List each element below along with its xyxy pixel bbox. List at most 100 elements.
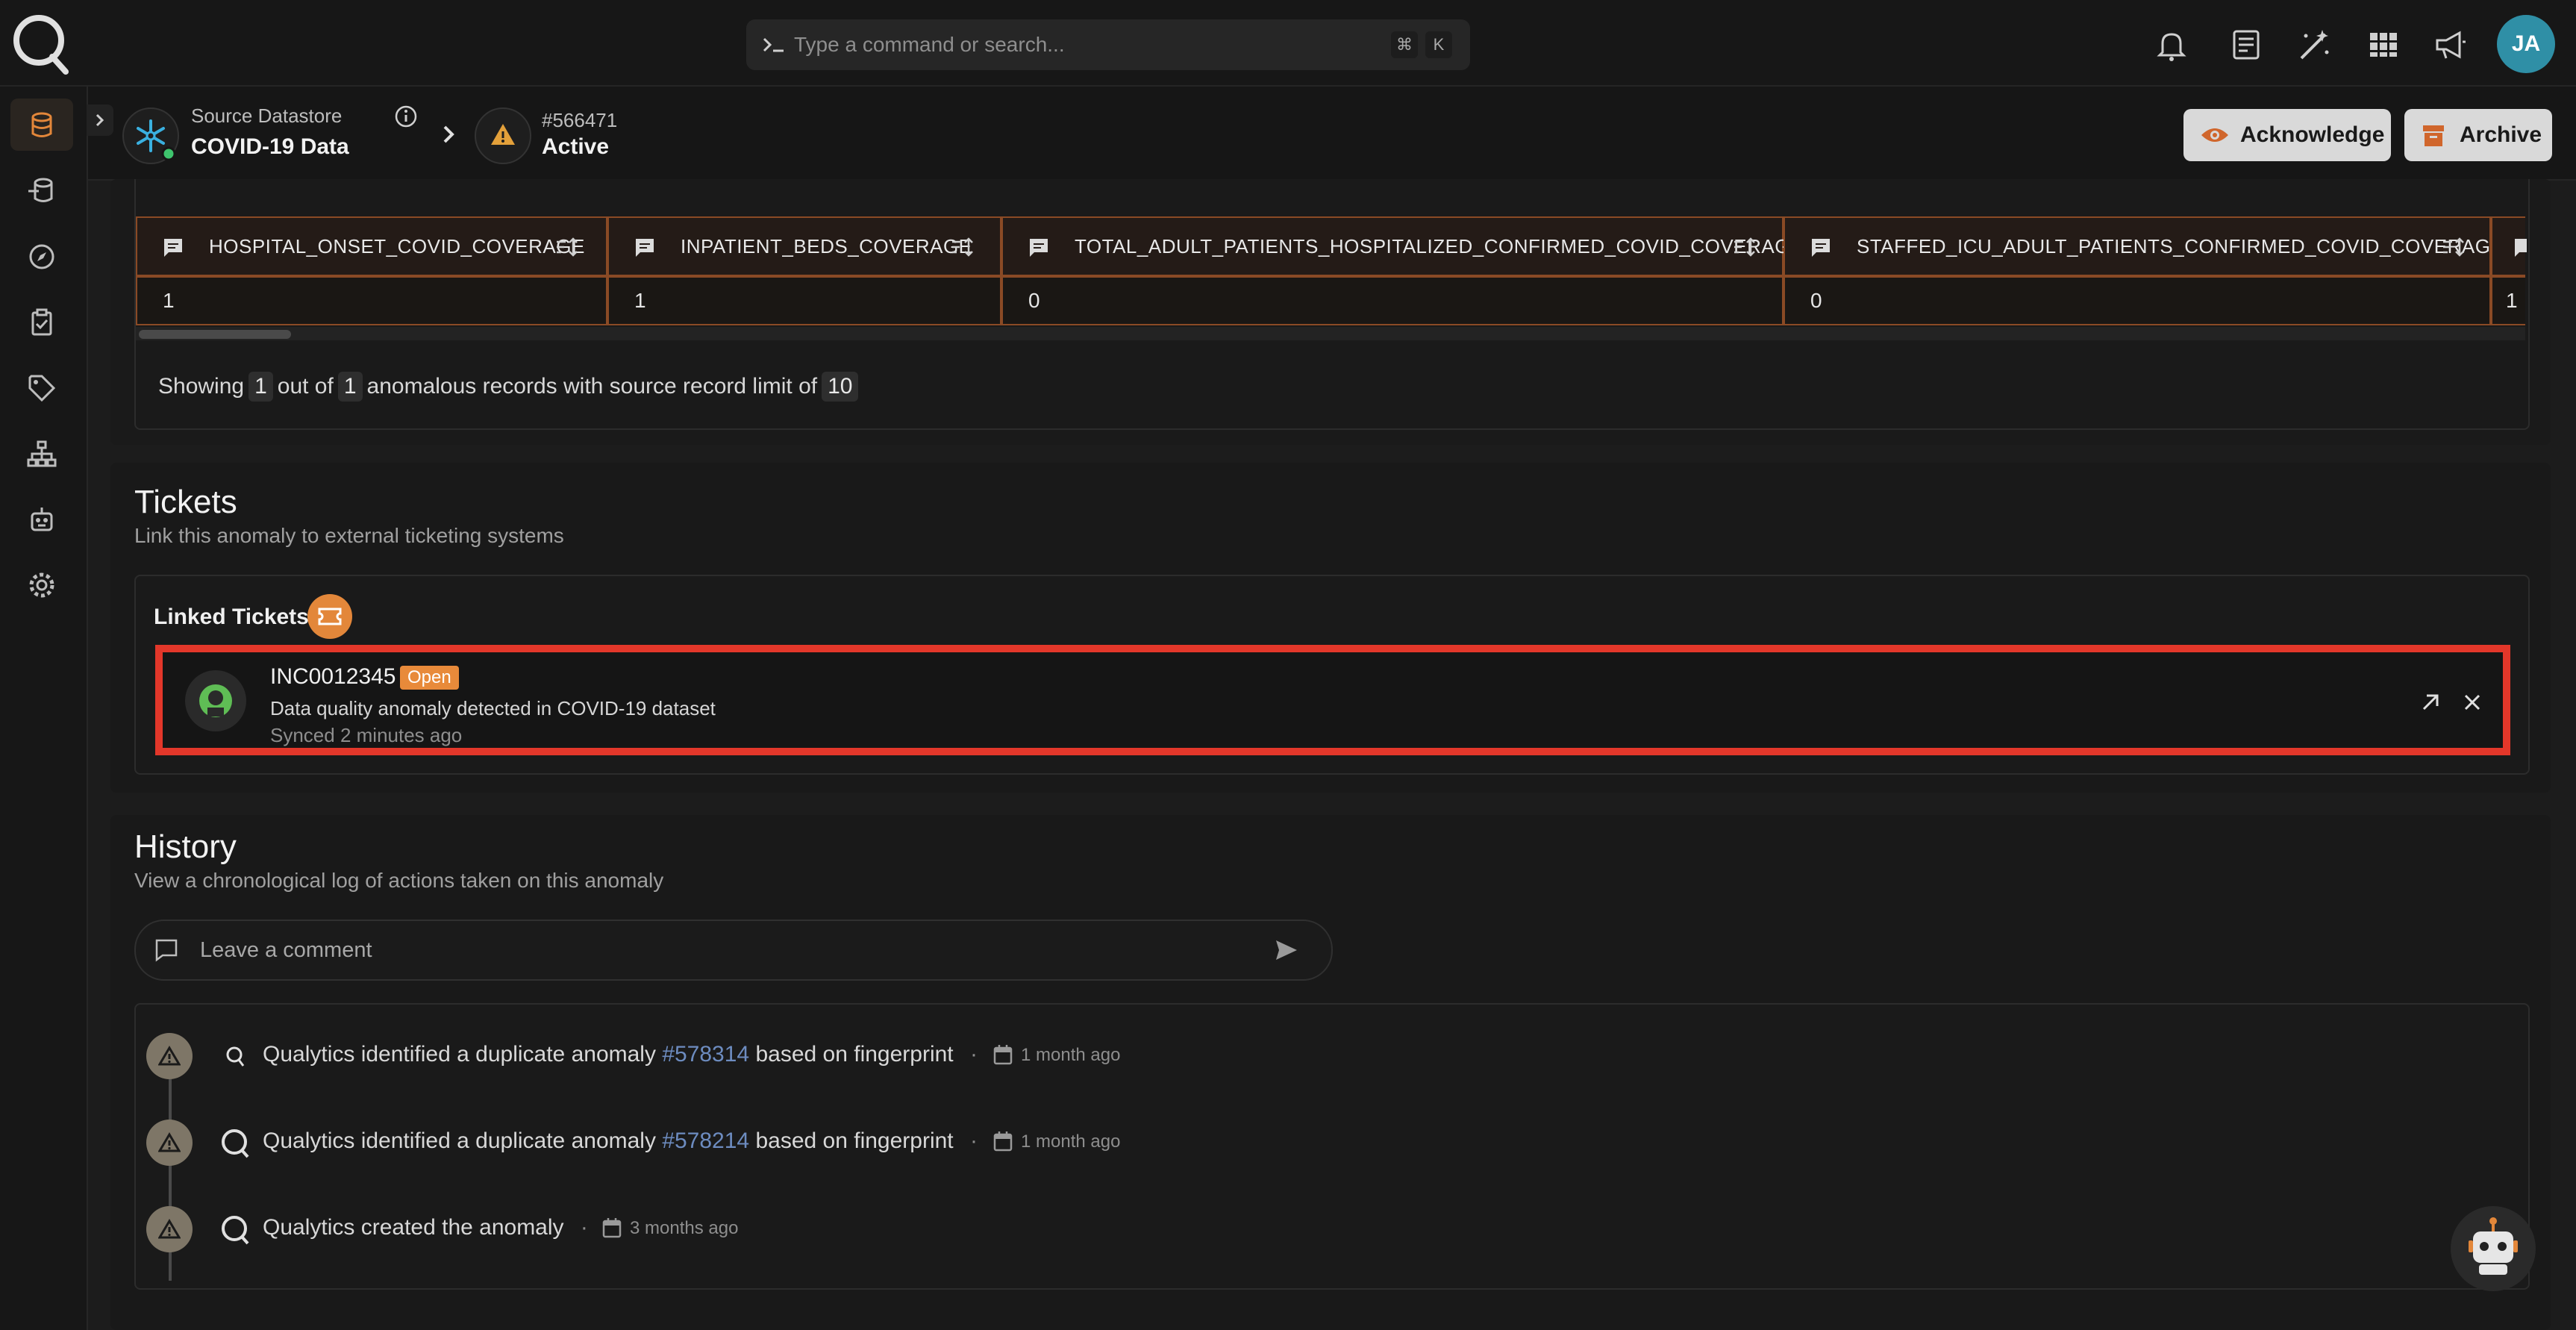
gear-icon [29,572,54,598]
history-warning-icon [146,1033,193,1079]
history-event: Qualytics identified a duplicate anomaly… [263,1042,988,1067]
tickets-title: Tickets [134,484,237,520]
apps-grid-icon[interactable] [2364,25,2403,64]
history-event-text: based on fingerprint [755,1128,954,1153]
anomaly-link[interactable]: #578214 [662,1128,749,1153]
column-header[interactable]: HOSPITAL_ONSET_COVID_COVERAGE [136,216,607,276]
ticket-id[interactable]: INC0012345 [270,664,396,690]
comment-icon [155,939,178,962]
comment-icon [2515,239,2527,257]
records-summary: Showing 1 out of 1 anomalous records with so… [158,372,863,402]
separator-dot: · [969,1128,978,1153]
history-event-text: Qualytics created the anomaly [263,1215,564,1240]
column-header[interactable]: STAFFED_ICU_ADULT_PATIENTS_CONFIRMED_COV… [1783,216,2504,276]
archive-icon [2423,125,2444,146]
table-cell: 0 [1783,276,2491,325]
summary-total-chip: 1 [337,372,363,402]
history-event: Qualytics created the anomaly · [263,1215,598,1240]
qualytics-mini-logo-icon [224,1043,246,1069]
column-header[interactable]: INPATIENT_BEDS_COVERAGE [607,216,1001,276]
megaphone-icon[interactable] [2431,25,2470,64]
user-avatar[interactable]: JA [2497,15,2555,73]
column-header-partial[interactable] [2491,216,2527,276]
column-header-label: TOTAL_ADULT_PATIENTS_HOSPITALIZED_CONFIR… [1075,235,1804,257]
eye-icon [2201,128,2228,142]
separator-dot: · [580,1215,588,1240]
send-icon[interactable] [1273,937,1300,963]
open-external-icon[interactable] [2419,691,2442,714]
qualytics-logo[interactable] [10,10,70,75]
acknowledge-label: Acknowledge [2240,122,2385,147]
summary-limit-chip: 10 [822,372,859,402]
calendar-icon [601,1217,622,1239]
history-subtitle: View a chronological log of actions take… [134,869,664,892]
column-header[interactable]: TOTAL_ADULT_PATIENTS_HOSPITALIZED_CONFIR… [1001,216,1803,276]
tag-icon [28,375,56,402]
sidebar-item-datastores[interactable] [10,99,73,151]
horizontal-scrollbar[interactable] [136,327,2525,340]
column-header-label: INPATIENT_BEDS_COVERAGE [681,235,972,257]
shortcut-cmd-key: ⌘ [1391,31,1418,58]
summary-count-chip: 1 [248,372,273,402]
sort-icon[interactable] [555,236,581,258]
history-time: 1 month ago [1021,1131,1121,1152]
ticket-description: Data quality anomaly detected in COVID-1… [270,697,716,719]
sort-icon[interactable] [951,236,976,258]
comment-icon [1812,239,1830,257]
comment-icon [636,239,654,257]
comment-icon [164,239,182,257]
servicenow-logo-icon [185,670,246,731]
summary-out-of-text: out of [277,374,334,399]
ticket-synced-time: Synced 2 minutes ago [270,724,463,746]
acknowledge-button[interactable]: Acknowledge [2183,109,2391,161]
anomaly-status: Active [542,134,610,159]
magic-wand-icon[interactable] [2295,25,2334,64]
snowflake-datastore-icon [122,107,179,164]
history-title: History [134,828,237,865]
close-icon[interactable] [2461,691,2483,714]
tickets-subtitle: Link this anomaly to external ticketing … [134,524,564,547]
document-icon[interactable] [2227,25,2266,64]
table-cell: 0 [1001,276,1783,325]
datastore-icon [28,178,53,202]
sidebar-expand-toggle[interactable] [87,104,113,136]
warning-icon [475,107,531,164]
linked-ticket-row[interactable]: INC0012345 Open Data quality anomaly det… [155,645,2510,755]
sort-icon[interactable] [1733,236,1758,258]
source-datastore-name[interactable]: COVID-19 Data [191,134,349,160]
archive-button[interactable]: Archive [2404,109,2552,161]
sort-icon[interactable] [2442,236,2467,258]
sidebar-item-sources[interactable] [10,164,73,216]
history-event-text: Qualytics identified a duplicate anomaly [263,1042,656,1067]
ticket-status-badge: Open [400,666,459,690]
separator-dot: · [969,1042,978,1067]
qualytics-mini-logo-icon [219,1127,252,1160]
archive-label: Archive [2460,122,2542,147]
history-event-text: based on fingerprint [755,1042,954,1067]
summary-showing-text: Showing [158,374,245,399]
calendar-icon [992,1130,1013,1152]
info-icon[interactable] [394,104,418,128]
sidebar-item-settings[interactable] [10,558,73,611]
calendar-icon [992,1043,1013,1066]
qualytics-mini-logo-icon [219,1214,252,1246]
anomaly-link[interactable]: #578314 [662,1042,749,1067]
sidebar-item-agents[interactable] [10,493,73,545]
sidebar-item-checks[interactable] [10,296,73,348]
bell-icon[interactable] [2152,25,2191,64]
sidebar-item-tags[interactable] [10,361,73,413]
table-cell: 1 [2491,276,2525,325]
comment-placeholder: Leave a comment [200,938,372,962]
linked-tickets-label: Linked Tickets [154,605,309,629]
scrollbar-thumb[interactable] [139,330,291,339]
sidebar-item-explore[interactable] [10,230,73,282]
comment-input[interactable]: Leave a comment [134,920,1333,981]
sidebar-item-lineage[interactable] [10,427,73,479]
anomaly-id: #566471 [542,109,618,131]
assistant-robot-icon[interactable] [2451,1206,2536,1291]
history-warning-icon [146,1120,193,1166]
history-warning-icon [146,1206,193,1252]
column-header-label: HOSPITAL_ONSET_COVID_COVERAGE [209,235,585,257]
command-search[interactable]: Type a command or search... ⌘ K [746,19,1470,70]
compass-icon [29,244,54,269]
